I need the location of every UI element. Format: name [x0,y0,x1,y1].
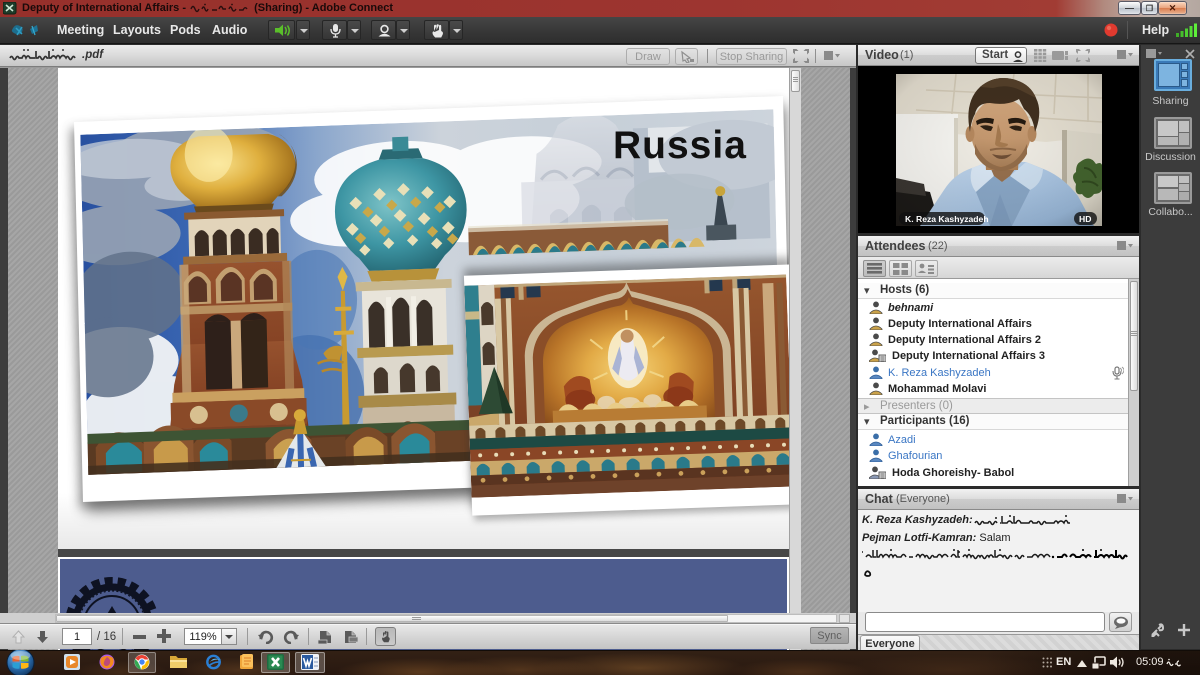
svg-text:HD: HD [1079,214,1091,224]
svg-text:K. Reza Kashyzadeh: K. Reza Kashyzadeh [905,214,989,224]
